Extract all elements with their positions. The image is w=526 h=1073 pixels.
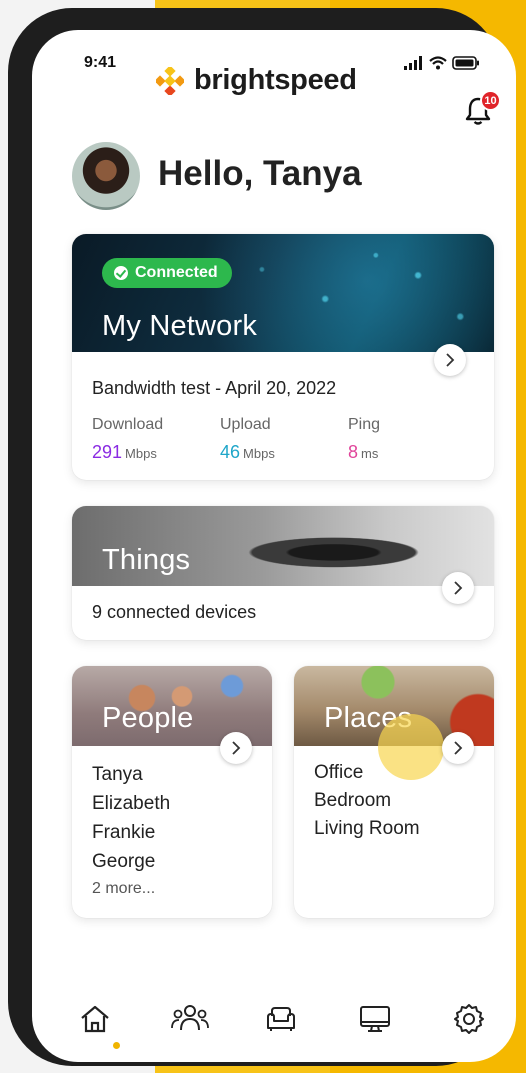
place-item[interactable]: Office bbox=[314, 762, 363, 784]
chevron-right-icon bbox=[454, 581, 463, 595]
download-stat: 291 Mbps bbox=[92, 442, 157, 463]
greeting-title: Hello, Tanya bbox=[158, 154, 362, 193]
home-icon[interactable] bbox=[78, 1002, 112, 1036]
things-chevron-button[interactable] bbox=[442, 572, 474, 604]
upload-stat: 46 Mbps bbox=[220, 442, 275, 463]
download-label: Download bbox=[92, 416, 164, 433]
brand-name: brightspeed bbox=[194, 64, 357, 96]
my-network-card[interactable]: Connected My Network Bandwidth test - Ap… bbox=[72, 234, 494, 480]
people-title: People bbox=[102, 702, 194, 734]
chevron-right-icon bbox=[446, 353, 455, 367]
bandwidth-test-title: Bandwidth test - April 20, 2022 bbox=[92, 378, 337, 398]
person-item[interactable]: George bbox=[92, 851, 155, 873]
phone-frame: 9:41 brightspeed 10 Hello, Tanya Connect… bbox=[8, 8, 516, 1066]
connected-label: Connected bbox=[135, 264, 218, 281]
things-card[interactable]: Things 9 connected devices bbox=[72, 506, 494, 640]
monitor-icon[interactable] bbox=[358, 1002, 392, 1036]
places-chevron-button[interactable] bbox=[442, 732, 474, 764]
people-card[interactable]: People Tanya Elizabeth Frankie George 2 … bbox=[72, 666, 272, 918]
person-item[interactable]: Tanya bbox=[92, 764, 143, 786]
app-screen: 9:41 brightspeed 10 Hello, Tanya Connect… bbox=[32, 30, 516, 1062]
upload-value: 46 bbox=[220, 442, 241, 462]
couch-icon[interactable] bbox=[264, 1002, 298, 1036]
person-item[interactable]: Frankie bbox=[92, 822, 155, 844]
things-title: Things bbox=[102, 544, 191, 576]
connected-devices-count: 9 connected devices bbox=[92, 602, 257, 622]
people-icon[interactable] bbox=[170, 1002, 210, 1036]
ping-label: Ping bbox=[348, 416, 381, 433]
chevron-right-icon bbox=[454, 741, 463, 755]
battery-icon bbox=[452, 56, 479, 70]
download-value: 291 bbox=[92, 442, 123, 462]
ping-value: 8 bbox=[348, 442, 359, 462]
my-network-chevron-button[interactable] bbox=[434, 344, 466, 376]
avatar[interactable] bbox=[72, 142, 140, 210]
status-icons bbox=[404, 56, 480, 70]
brand-logo: brightspeed bbox=[156, 64, 357, 97]
chevron-right-icon bbox=[232, 741, 241, 755]
person-item[interactable]: Elizabeth bbox=[92, 793, 170, 815]
gear-icon[interactable] bbox=[452, 1002, 486, 1036]
status-time: 9:41 bbox=[84, 54, 117, 71]
download-unit: Mbps bbox=[125, 446, 157, 461]
touch-indicator bbox=[378, 714, 444, 780]
upload-unit: Mbps bbox=[243, 446, 275, 461]
place-item[interactable]: Bedroom bbox=[314, 790, 391, 812]
signal-icon bbox=[404, 56, 422, 70]
my-network-title: My Network bbox=[102, 310, 258, 342]
upload-label: Upload bbox=[220, 416, 271, 433]
ping-unit: ms bbox=[361, 446, 379, 461]
brightspeed-logo-icon bbox=[156, 66, 184, 95]
active-tab-indicator bbox=[113, 1042, 120, 1049]
people-chevron-button[interactable] bbox=[220, 732, 252, 764]
place-item[interactable]: Living Room bbox=[314, 818, 420, 840]
connected-status-badge: Connected bbox=[102, 258, 232, 288]
wifi-icon bbox=[429, 56, 447, 70]
places-card[interactable]: Places Office Bedroom Living Room bbox=[294, 666, 494, 918]
check-circle-icon bbox=[114, 266, 128, 280]
notification-badge: 10 bbox=[480, 90, 501, 111]
more-people-link[interactable]: 2 more... bbox=[92, 880, 155, 898]
ping-stat: 8 ms bbox=[348, 442, 378, 463]
